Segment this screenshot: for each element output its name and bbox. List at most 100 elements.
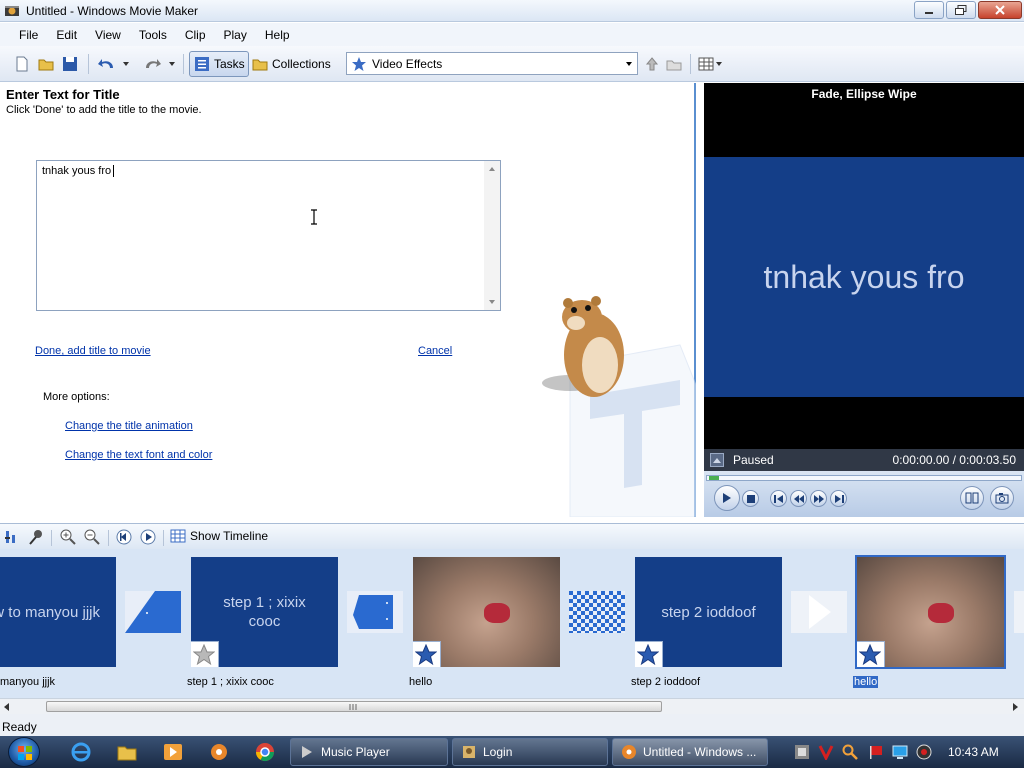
clip-effect-badge[interactable] [191,641,219,667]
redo-button[interactable] [142,53,162,75]
volume-icon[interactable] [916,744,932,760]
take-picture-button[interactable] [990,486,1014,510]
storyboard-clip[interactable]: step 2 ioddoof [635,557,782,667]
storyboard-scrollbar[interactable] [0,698,1024,714]
collection-select[interactable]: Video Effects [346,52,638,75]
transition-fade-arrow[interactable] [791,591,847,633]
play-button[interactable] [714,485,740,511]
menu-play[interactable]: Play [215,23,256,46]
zoom-in-button[interactable] [60,529,76,548]
clip-effect-badge[interactable] [635,641,663,667]
redo-dropdown[interactable] [168,53,176,75]
taskbar-music-player[interactable]: Music Player [290,738,448,766]
seek-bar[interactable] [706,475,1022,481]
clip-effect-badge[interactable] [413,641,441,667]
menu-help[interactable]: Help [256,23,299,46]
media-player-launcher[interactable] [162,742,184,762]
tray-app-icon[interactable] [794,744,810,760]
storyboard-clip[interactable] [413,557,560,667]
taskbar-clock[interactable]: 10:43 AM [948,745,999,759]
cancel-link[interactable]: Cancel [418,345,452,357]
title-text-scrollbar[interactable] [484,161,500,310]
storyboard-clip-selected[interactable] [855,555,1006,669]
collection-select-arrow[interactable] [621,53,637,74]
scroll-right-icon[interactable] [1010,702,1020,712]
zoom-out-button[interactable] [84,529,100,548]
chrome-launcher[interactable] [254,742,276,762]
storyboard: ow to manyou jjjk step 1 ; xixix cooc st… [0,549,1024,698]
search-icon[interactable] [842,744,858,760]
scrollbar-thumb[interactable] [46,701,662,712]
start-button[interactable] [8,737,40,767]
collections-button[interactable]: Collections [252,51,331,77]
storyboard-clip[interactable]: ow to manyou jjjk [0,557,116,667]
rewind-button[interactable] [790,490,807,507]
explorer-launcher[interactable] [116,742,138,762]
stop-button[interactable] [742,490,759,507]
timeline-icon [170,529,186,543]
playback-controls [704,471,1024,517]
clip-title-text: ow to manyou jjjk [0,603,101,621]
new-project-button[interactable] [14,53,30,75]
flag-icon[interactable] [868,744,884,760]
clip-effect-badge[interactable] [857,641,885,667]
task-pane: Enter Text for Title Click 'Done' to add… [0,83,696,517]
fast-forward-icon [813,494,824,503]
collections-folder-icon [252,59,268,71]
antivirus-icon[interactable] [818,744,834,760]
seek-thumb[interactable] [709,476,719,480]
views-grid-icon [698,57,722,71]
internet-explorer-launcher[interactable] [70,742,92,762]
menu-bar: File Edit View Tools Clip Play Help [0,23,1024,46]
window-title: Untitled - Windows Movie Maker [26,4,199,18]
playback-time: 0:00:00.00 / 0:00:03.50 [892,453,1016,467]
split-clip-button[interactable] [960,486,984,510]
views-button[interactable] [698,53,724,75]
done-add-title-link[interactable]: Done, add title to movie [35,345,151,357]
previous-frame-button[interactable] [770,490,787,507]
rewind-storyboard-button[interactable] [116,529,132,548]
tasks-label: Tasks [214,57,245,71]
undo-button[interactable] [97,53,117,75]
show-timeline-button[interactable]: Show Timeline [170,528,268,544]
taskbar-login[interactable]: Login [452,738,608,766]
clip-name: step 1 ; xixix cooc [187,676,274,688]
menu-clip[interactable]: Clip [176,23,215,46]
menu-edit[interactable]: Edit [47,23,86,46]
menu-view[interactable]: View [86,23,130,46]
title-text-input[interactable]: tnhak yous fro [36,160,501,311]
new-folder-button[interactable] [666,53,682,75]
microphone-icon [29,530,42,545]
next-frame-button[interactable] [830,490,847,507]
preview-monitor: Fade, Ellipse Wipe tnhak yous fro Paused… [704,83,1024,517]
play-storyboard-button[interactable] [140,529,156,548]
narrate-button[interactable] [28,529,44,548]
toolbar: Tasks Collections Video Effects [0,46,1024,82]
transition-slot-partial[interactable] [1014,591,1024,633]
network-icon[interactable] [892,744,908,760]
tasks-button[interactable]: Tasks [189,51,249,77]
menu-file[interactable]: File [10,23,47,46]
transition-page-curl[interactable] [125,591,181,633]
effect-star-icon [415,644,437,666]
open-project-button[interactable] [38,53,56,75]
close-button[interactable] [978,1,1022,19]
change-title-animation-link[interactable]: Change the title animation [65,420,193,432]
minimize-button[interactable] [914,1,944,19]
video-effects-star-icon [352,56,366,71]
change-text-font-link[interactable]: Change the text font and color [65,449,212,461]
transition-page-turn[interactable] [347,591,403,633]
storyboard-clip[interactable]: step 1 ; xixix cooc [191,557,338,667]
restore-button[interactable] [946,1,976,19]
scroll-left-icon[interactable] [2,702,12,712]
set-audio-levels-button[interactable] [4,529,20,548]
transition-checkerboard[interactable] [569,591,625,633]
up-one-level-button[interactable] [644,53,660,75]
movie-maker-launcher[interactable] [208,742,230,762]
taskbar-movie-maker[interactable]: Untitled - Windows ... [612,738,768,766]
save-project-button[interactable] [62,53,78,75]
fast-forward-button[interactable] [810,490,827,507]
undo-dropdown[interactable] [122,53,130,75]
rewind-icon [793,494,804,503]
menu-tools[interactable]: Tools [130,23,176,46]
